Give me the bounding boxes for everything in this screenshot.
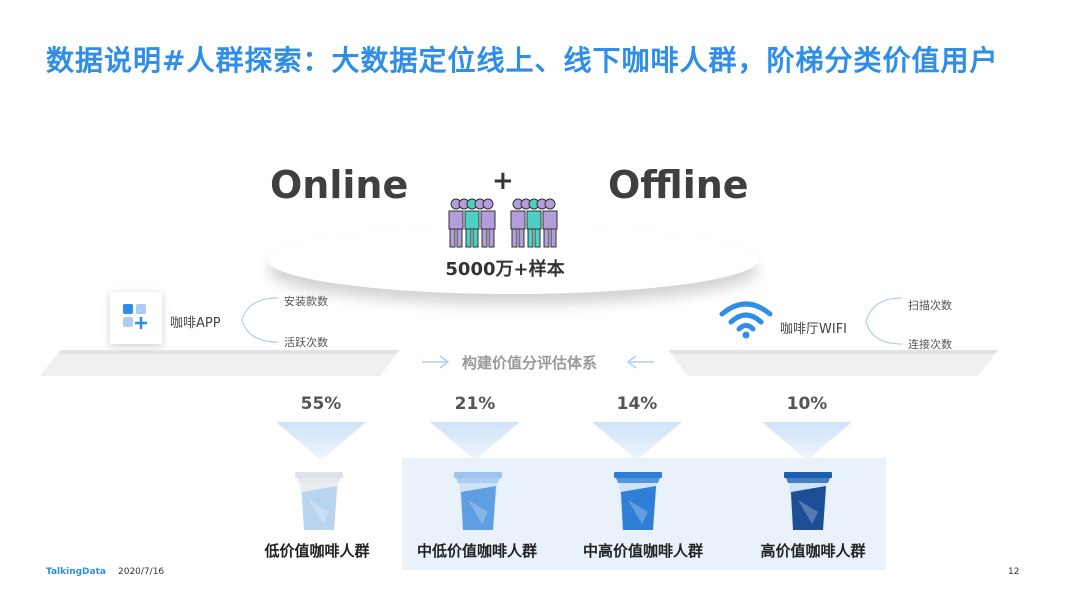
funnel-triangle-0 — [276, 422, 366, 460]
plus-sign: + — [492, 166, 514, 196]
left-source-name: 咖啡APP — [170, 316, 221, 331]
page-title: 数据说明#人群探索：大数据定位线上、线下咖啡人群，阶梯分类价值用户 — [46, 44, 999, 77]
online-label: Online — [270, 163, 409, 207]
coffee-cup-icon-low — [295, 472, 343, 530]
coffee-cup-icon-mid-high — [614, 472, 662, 530]
segment-percent-1: 21% — [454, 394, 496, 414]
app-grid-icon — [110, 292, 162, 344]
left-band — [40, 350, 400, 376]
people-group-icon — [448, 198, 558, 248]
coffee-cup-icon-high — [784, 472, 832, 530]
arrow-right-icon — [422, 355, 449, 369]
segment-percent-2: 14% — [616, 394, 658, 414]
center-label: 构建价值分评估体系 — [462, 354, 598, 372]
right-bracket — [865, 297, 903, 345]
coffee-cup-icon-mid-low — [454, 472, 502, 530]
segment-label-3: 高价值咖啡人群 — [760, 542, 866, 560]
wifi-icon — [719, 301, 773, 339]
right-band — [668, 350, 998, 376]
right-metric-top: 扫描次数 — [908, 299, 952, 312]
sample-size-label: 5000万+样本 — [445, 259, 565, 280]
offline-label: Offline — [608, 163, 749, 207]
footer-date: 2020/7/16 — [118, 567, 165, 577]
segment-percent-0: 55% — [300, 394, 342, 414]
right-source-name: 咖啡厅WIFI — [780, 322, 847, 337]
funnel-triangle-2 — [592, 422, 682, 460]
segment-label-2: 中高价值咖啡人群 — [582, 542, 703, 560]
funnel-triangle-1 — [430, 422, 520, 460]
left-bracket — [241, 297, 279, 343]
funnel-triangle-3 — [762, 422, 852, 460]
brand-logo: TalkingData — [46, 567, 106, 577]
arrow-left-icon — [627, 355, 654, 369]
segment-percent-3: 10% — [786, 394, 828, 414]
page-number: 12 — [1008, 567, 1020, 577]
segment-label-0: 低价值咖啡人群 — [264, 542, 370, 560]
left-metric-top: 安装款数 — [284, 295, 328, 308]
left-metric-bottom: 活跃次数 — [284, 336, 328, 349]
segment-label-1: 中低价值咖啡人群 — [416, 542, 537, 560]
